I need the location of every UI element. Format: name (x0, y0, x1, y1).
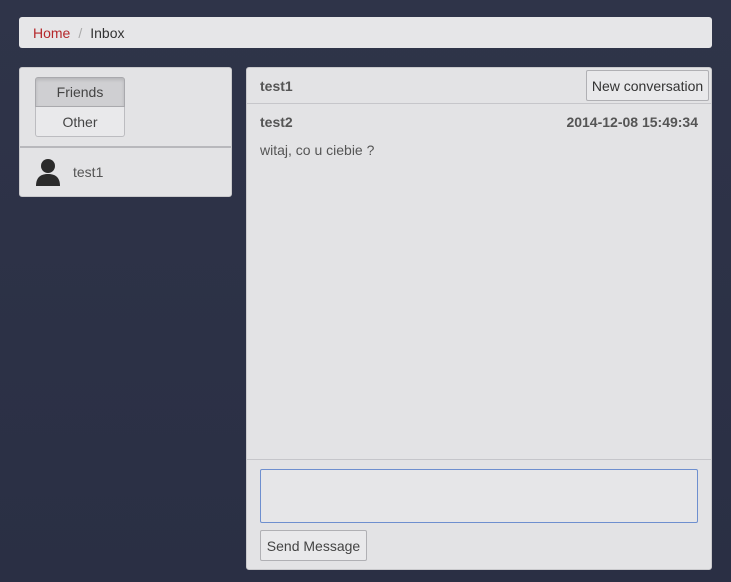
conversation-header: test1 New conversation (247, 68, 711, 104)
breadcrumb: Home / Inbox (19, 17, 712, 48)
message-composer: Send Message (247, 460, 711, 561)
conversation-title: test1 (260, 77, 293, 94)
message-input[interactable] (260, 469, 698, 523)
tab-other[interactable]: Other (35, 107, 125, 137)
friend-name: test1 (73, 164, 104, 180)
message-header: test2 2014-12-08 15:49:34 (260, 114, 698, 130)
friend-list-item[interactable]: test1 (20, 148, 231, 196)
breadcrumb-separator: / (78, 24, 83, 41)
friend-tabs: Friends Other (20, 68, 231, 148)
message-timestamp: 2014-12-08 15:49:34 (566, 114, 698, 130)
breadcrumb-home-link[interactable]: Home (33, 25, 70, 41)
breadcrumb-current: Inbox (90, 24, 125, 41)
conversation-panel: test1 New conversation test2 2014-12-08 … (246, 67, 712, 570)
message-list: test2 2014-12-08 15:49:34 witaj, co u ci… (247, 104, 711, 460)
message-author: test2 (260, 114, 293, 130)
message-text: witaj, co u ciebie ? (260, 142, 375, 158)
send-message-button[interactable]: Send Message (260, 530, 367, 561)
friends-panel: Friends Other test1 (19, 67, 232, 197)
page: Home / Inbox Friends Other test1 test1 N… (0, 0, 731, 582)
new-conversation-button[interactable]: New conversation (586, 70, 709, 101)
tab-friends[interactable]: Friends (35, 77, 125, 107)
user-silhouette-icon (36, 159, 60, 186)
